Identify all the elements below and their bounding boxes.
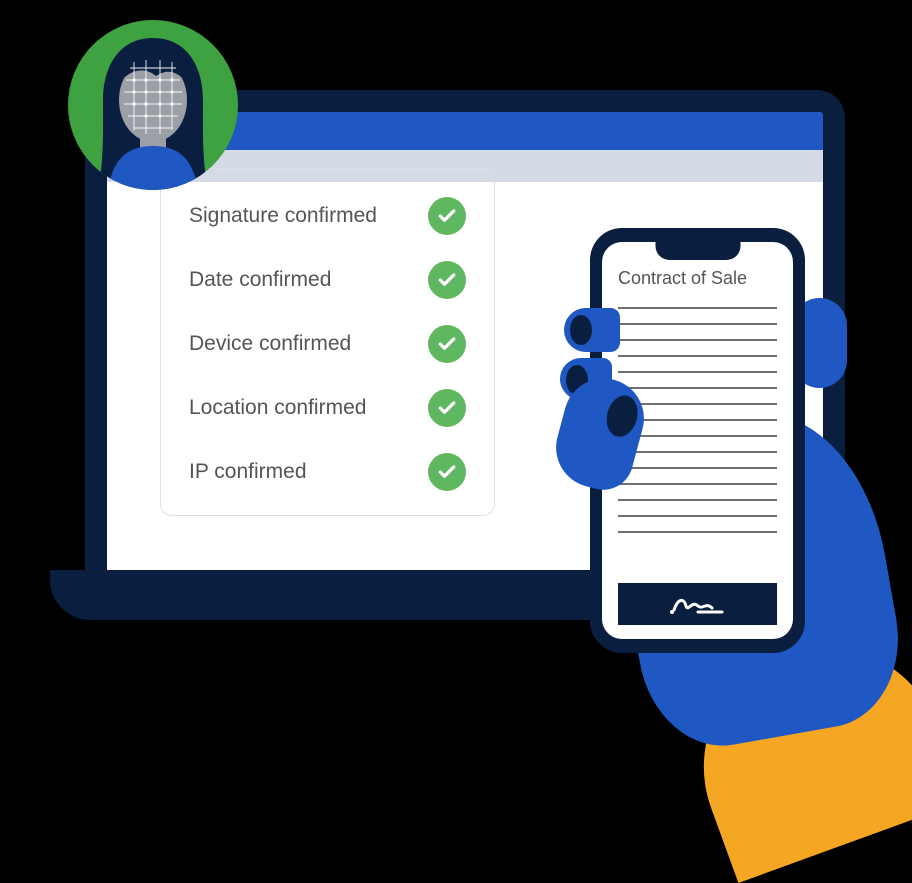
avatar-face-scan bbox=[68, 20, 238, 190]
signature-bar bbox=[618, 583, 777, 625]
document-line bbox=[618, 323, 777, 325]
confirmation-row: Signature confirmed bbox=[189, 197, 466, 235]
confirmation-panel: Signature confirmed Date confirmed Devic… bbox=[160, 168, 495, 516]
check-icon bbox=[428, 197, 466, 235]
confirmation-row: Device confirmed bbox=[189, 325, 466, 363]
phone-notch bbox=[655, 238, 740, 260]
check-icon bbox=[428, 325, 466, 363]
document-line bbox=[618, 371, 777, 373]
confirmation-row: Date confirmed bbox=[189, 261, 466, 299]
finger bbox=[564, 308, 620, 352]
document-title: Contract of Sale bbox=[618, 268, 777, 289]
document-line bbox=[618, 515, 777, 517]
confirmation-label: Date confirmed bbox=[189, 268, 331, 292]
document-line bbox=[618, 451, 777, 453]
confirmation-label: Signature confirmed bbox=[189, 204, 377, 228]
confirmation-row: IP confirmed bbox=[189, 453, 466, 491]
document-line bbox=[618, 307, 777, 309]
signature-icon bbox=[668, 592, 728, 616]
confirmation-label: Device confirmed bbox=[189, 332, 351, 356]
document-line bbox=[618, 339, 777, 341]
document-line bbox=[618, 483, 777, 485]
document-line bbox=[618, 435, 777, 437]
document-line bbox=[618, 467, 777, 469]
confirmation-label: IP confirmed bbox=[189, 460, 307, 484]
document-line bbox=[618, 499, 777, 501]
confirmation-row: Location confirmed bbox=[189, 389, 466, 427]
confirmation-label: Location confirmed bbox=[189, 396, 366, 420]
hand-holding-phone: Contract of Sale bbox=[512, 168, 912, 768]
document-line bbox=[618, 355, 777, 357]
document-line bbox=[618, 531, 777, 533]
face-scan-icon bbox=[68, 20, 238, 190]
check-icon bbox=[428, 453, 466, 491]
check-icon bbox=[428, 261, 466, 299]
document-line bbox=[618, 387, 777, 389]
check-icon bbox=[428, 389, 466, 427]
